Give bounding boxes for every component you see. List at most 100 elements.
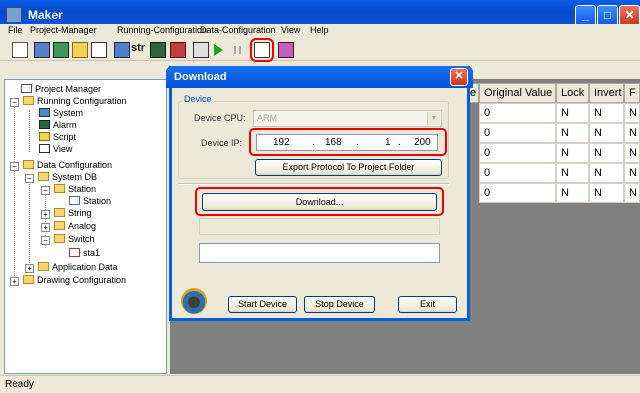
grid-cell[interactable]: N [556,143,589,163]
run-icon[interactable] [214,44,223,56]
status-message-field [199,243,440,263]
folder-icon [23,160,34,169]
tree-item-running-configuration[interactable]: Running Configuration [23,96,127,108]
grid-header-invert[interactable]: Invert [589,83,624,103]
grid-header-lock[interactable]: Lock [556,83,589,103]
menu-file[interactable]: File [8,25,23,35]
tree-item-system[interactable]: System [39,108,83,120]
string-icon[interactable]: str [131,42,145,54]
stop-device-button[interactable]: Stop Device [304,296,375,313]
grid-cell[interactable]: N [624,103,640,123]
maximize-button[interactable]: □ [597,5,618,26]
expand-drawing-configuration[interactable]: + [10,277,19,286]
project-tree: Project Manager − Running Configuration … [4,79,167,374]
grid-cell[interactable]: N [589,143,624,163]
screen-icon[interactable] [53,42,69,58]
download-icon[interactable] [250,38,274,62]
tree-icon[interactable] [114,42,130,58]
download-highlight [195,187,444,216]
dialog-title: Download [174,71,227,83]
folder-icon [54,184,65,193]
folder-icon [54,221,65,230]
lock-icon[interactable] [72,42,88,58]
new-icon[interactable] [12,42,28,58]
expand-analog[interactable]: + [41,223,50,232]
grid-cell[interactable]: N [589,103,624,123]
status-bar: Ready [0,375,640,393]
grid-cell[interactable]: N [624,183,640,203]
tree-item-station-folder[interactable]: Station [54,184,96,196]
monitor-icon[interactable] [34,42,50,58]
collapse-running-configuration[interactable]: − [10,98,19,107]
progress-bar [199,218,440,235]
divider [178,183,449,185]
collapse-data-configuration[interactable]: − [10,162,19,171]
grid-cell[interactable]: N [589,163,624,183]
close-button[interactable]: ✕ [619,5,640,26]
grid-cell[interactable]: N [556,103,589,123]
minimize-button[interactable]: _ [575,5,596,26]
grid-cell[interactable]: N [556,163,589,183]
tree-item-sta1[interactable]: sta1 [69,248,100,260]
grid-cell[interactable]: 0 [479,103,556,123]
tree-item-drawing-configuration[interactable]: Drawing Configuration [23,275,126,287]
grid-cell[interactable]: N [589,183,624,203]
device-cpu-select[interactable]: ARM ▼ [253,110,442,127]
grid-header-original-value[interactable]: Original Value [479,83,556,103]
grid-header-f[interactable]: F [624,83,640,103]
folder-icon [38,172,49,181]
layers-icon[interactable] [170,42,186,58]
tree-item-project-manager[interactable]: Project Manager [21,84,101,96]
window-title: Maker [28,8,63,22]
toolbar: str [0,38,640,62]
tree-item-switch[interactable]: Switch [54,234,95,246]
system-icon [39,108,50,117]
folder-icon [23,96,34,105]
grid-cell[interactable]: N [556,123,589,143]
pause-icon[interactable] [234,46,241,54]
device-cpu-value: ARM [257,113,277,123]
grid-cell[interactable]: N [624,143,640,163]
grid-cell[interactable]: 0 [479,123,556,143]
menu-help[interactable]: Help [310,25,329,35]
tree-item-alarm[interactable]: Alarm [39,120,77,132]
start-device-button[interactable]: Start Device [228,296,297,313]
grid-cell[interactable]: N [589,123,624,143]
device-ip-label: Device IP: [201,138,243,148]
menu-data-configuration[interactable]: Data-Configuration [200,25,276,35]
tree-item-analog[interactable]: Analog [54,221,96,233]
tree-item-station[interactable]: Station [69,196,111,208]
expand-string[interactable]: + [41,210,50,219]
grid-cell[interactable]: 0 [479,163,556,183]
grid-cell[interactable]: 0 [479,183,556,203]
export-icon[interactable] [91,42,107,58]
menu-running-configuration[interactable]: Running-Configuration [117,25,207,35]
exit-button[interactable]: Exit [398,296,457,313]
expand-application-data[interactable]: + [25,264,34,273]
grid-cell[interactable]: N [624,163,640,183]
tree-item-data-configuration[interactable]: Data Configuration [23,160,112,172]
collapse-station[interactable]: − [41,186,50,195]
script-icon [39,132,50,141]
tree-item-string[interactable]: String [54,208,92,220]
image-icon[interactable] [150,42,166,58]
alarm-icon [39,120,50,129]
grid-cell[interactable]: 0 [479,143,556,163]
menu-view[interactable]: View [281,25,300,35]
folder-icon [23,275,34,284]
chart-icon[interactable] [193,42,209,58]
grid-cell[interactable]: N [624,123,640,143]
device-cpu-label: Device CPU: [194,113,246,123]
tree-item-view[interactable]: View [39,144,72,156]
tree-item-system-db[interactable]: System DB [38,172,97,184]
tree-item-script[interactable]: Script [39,132,76,144]
tree-item-application-data[interactable]: Application Data [38,262,118,274]
grid-cell[interactable]: N [556,183,589,203]
export-protocol-button[interactable]: Export Protocol To Project Folder [255,159,442,176]
collapse-switch[interactable]: − [41,236,50,245]
collapse-system-db[interactable]: − [25,174,34,183]
eraser-icon[interactable] [278,42,294,58]
menu-bar: File Project-Manager Running-Configurati… [0,24,640,39]
menu-project-manager[interactable]: Project-Manager [30,25,97,35]
dialog-close-button[interactable]: ✕ [450,68,468,86]
